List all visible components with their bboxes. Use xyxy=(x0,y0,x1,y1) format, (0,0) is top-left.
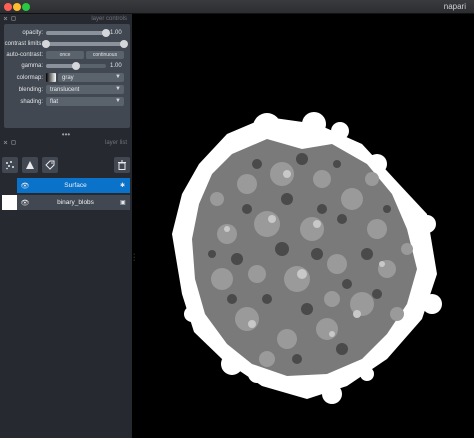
colormap-row: colormap: gray ▼ xyxy=(4,72,130,83)
float-dock-icon[interactable] xyxy=(11,16,16,21)
opacity-slider-fill xyxy=(46,30,106,35)
dock-splitter-handle[interactable]: ••• xyxy=(0,130,132,139)
window-title: napari xyxy=(443,2,466,11)
surface-rendering xyxy=(172,112,442,404)
viewer-canvas[interactable] xyxy=(137,14,474,438)
layer-controls-panel: opacity: 1.00 contrast limits: auto-cont… xyxy=(4,24,130,128)
visibility-eye-icon[interactable]: 👁 xyxy=(19,199,31,207)
close-dock-icon[interactable] xyxy=(3,140,8,145)
new-labels-layer-button[interactable] xyxy=(42,157,58,173)
opacity-row: opacity: 1.00 xyxy=(4,27,130,38)
chevron-down-icon: ▼ xyxy=(115,86,121,92)
layer-buttons xyxy=(0,157,132,175)
delete-layer-button[interactable] xyxy=(114,157,130,173)
layer-thumbnail xyxy=(2,195,17,210)
image-icon: ▣ xyxy=(120,200,126,206)
shapes-icon xyxy=(26,161,34,169)
opacity-slider[interactable] xyxy=(46,28,110,37)
contrast-limits-label: contrast limits: xyxy=(4,40,43,47)
colormap-select[interactable]: gray ▼ xyxy=(58,73,124,82)
layer-thumbnail xyxy=(2,178,17,193)
colormap-preview xyxy=(46,73,56,82)
blending-value: translucent xyxy=(50,86,80,93)
points-icon xyxy=(6,161,14,170)
title-bar: napari xyxy=(0,0,474,14)
visibility-eye-icon[interactable]: 👁 xyxy=(19,182,31,190)
opacity-value: 1.00 xyxy=(110,29,122,36)
layer-list-header: layer list xyxy=(0,138,132,147)
layer-controls-header: layer controls xyxy=(0,14,132,23)
shading-label: shading: xyxy=(20,98,43,105)
chevron-down-icon: ▼ xyxy=(115,74,121,80)
float-dock-icon[interactable] xyxy=(11,140,16,145)
blending-row: blending: translucent ▼ xyxy=(4,84,130,95)
auto-contrast-label: auto-contrast: xyxy=(6,51,43,58)
layer-name: Surface xyxy=(64,182,87,189)
layer-name: binary_blobs xyxy=(57,199,94,206)
contrast-limits-row: contrast limits: xyxy=(4,38,130,49)
colormap-label: colormap: xyxy=(16,74,43,81)
surface-icon: ✱ xyxy=(120,183,126,189)
chevron-down-icon: ▼ xyxy=(115,98,121,104)
label-tag-icon xyxy=(45,160,55,170)
colormap-value: gray xyxy=(62,74,74,81)
shading-row: shading: flat ▼ xyxy=(4,96,130,107)
contrast-limits-range xyxy=(46,41,124,46)
layer-item-binary-blobs[interactable]: 👁 binary_blobs ▣ xyxy=(2,195,130,210)
shading-select[interactable]: flat ▼ xyxy=(46,97,124,106)
contrast-low-handle[interactable] xyxy=(42,39,50,48)
auto-contrast-continuous-button[interactable]: continuous xyxy=(86,50,124,59)
shading-value: flat xyxy=(50,98,59,105)
new-points-layer-button[interactable] xyxy=(2,157,18,173)
opacity-label: opacity: xyxy=(22,29,43,36)
gamma-value: 1.00 xyxy=(110,62,122,69)
gamma-slider[interactable] xyxy=(46,61,106,70)
layer-controls-title: layer controls xyxy=(91,15,127,22)
gamma-slider-handle[interactable] xyxy=(72,61,80,70)
blending-select[interactable]: translucent ▼ xyxy=(46,85,124,94)
left-dock: layer controls opacity: 1.00 contrast li… xyxy=(0,14,132,438)
layer-list-title: layer list xyxy=(104,139,127,146)
gamma-row: gamma: 1.00 xyxy=(4,60,130,71)
new-shapes-layer-button[interactable] xyxy=(22,157,38,173)
contrast-limits-slider[interactable] xyxy=(42,39,128,48)
gamma-label: gamma: xyxy=(21,62,43,69)
opacity-slider-handle[interactable] xyxy=(102,28,110,37)
blending-label: blending: xyxy=(18,86,43,93)
contrast-high-handle[interactable] xyxy=(120,39,128,48)
layer-list: 👁 Surface ✱ 👁 binary_blobs ▣ xyxy=(0,178,132,212)
auto-contrast-once-button[interactable]: once xyxy=(46,50,84,59)
dock-resize-handle[interactable]: · · · xyxy=(133,251,135,264)
layer-item-surface[interactable]: 👁 Surface ✱ xyxy=(2,178,130,193)
close-dock-icon[interactable] xyxy=(3,16,8,21)
auto-contrast-row: auto-contrast: once continuous xyxy=(4,49,130,60)
trash-icon xyxy=(118,160,126,170)
